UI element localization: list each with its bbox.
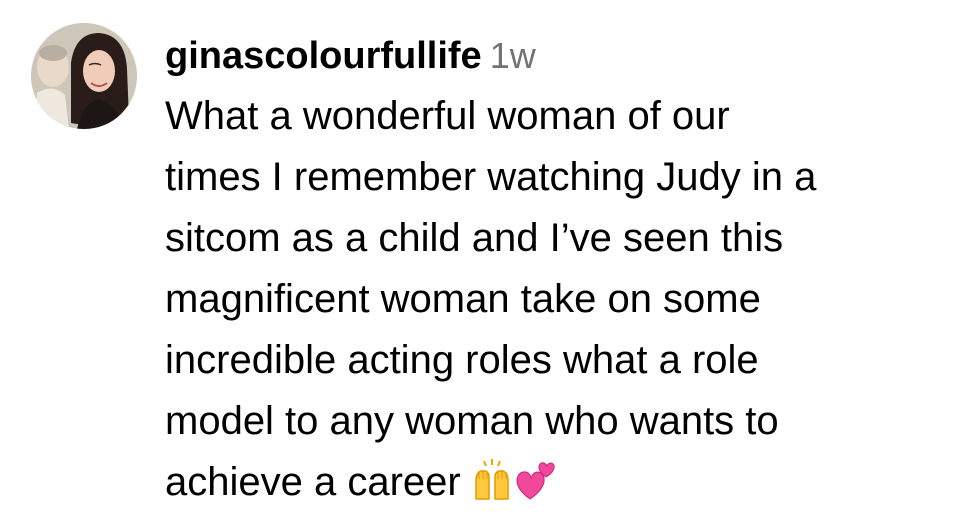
comment-text-line: magnificent woman take on some: [165, 277, 761, 321]
username-link[interactable]: ginascolourfullife: [165, 35, 482, 77]
comment-item: ginascolourfullife 1w What a wonderful wo…: [0, 0, 980, 519]
comment-text-line: What a wonderful woman of our: [165, 94, 730, 138]
comment-text-line: times I remember watching Judy in a: [165, 155, 817, 199]
two-hearts-icon: [514, 459, 556, 503]
timestamp[interactable]: 1w: [490, 35, 536, 76]
comment-body: ginascolourfullife 1w What a wonderful wo…: [165, 30, 965, 513]
comment-text-line: model to any woman who wants to: [165, 399, 779, 443]
avatar[interactable]: [31, 23, 137, 129]
comment-text-line: incredible acting roles what a role: [165, 338, 759, 382]
comment-text-line: achieve a career: [165, 460, 461, 504]
comment-header: ginascolourfullife 1w: [165, 30, 965, 82]
comment-text-last-line: achieve a career: [165, 452, 965, 513]
comment-text-line: sitcom as a child and I’ve seen this: [165, 216, 784, 260]
raising-hands-icon: [472, 459, 514, 503]
comment-text: What a wonderful woman of our times I re…: [165, 86, 965, 513]
